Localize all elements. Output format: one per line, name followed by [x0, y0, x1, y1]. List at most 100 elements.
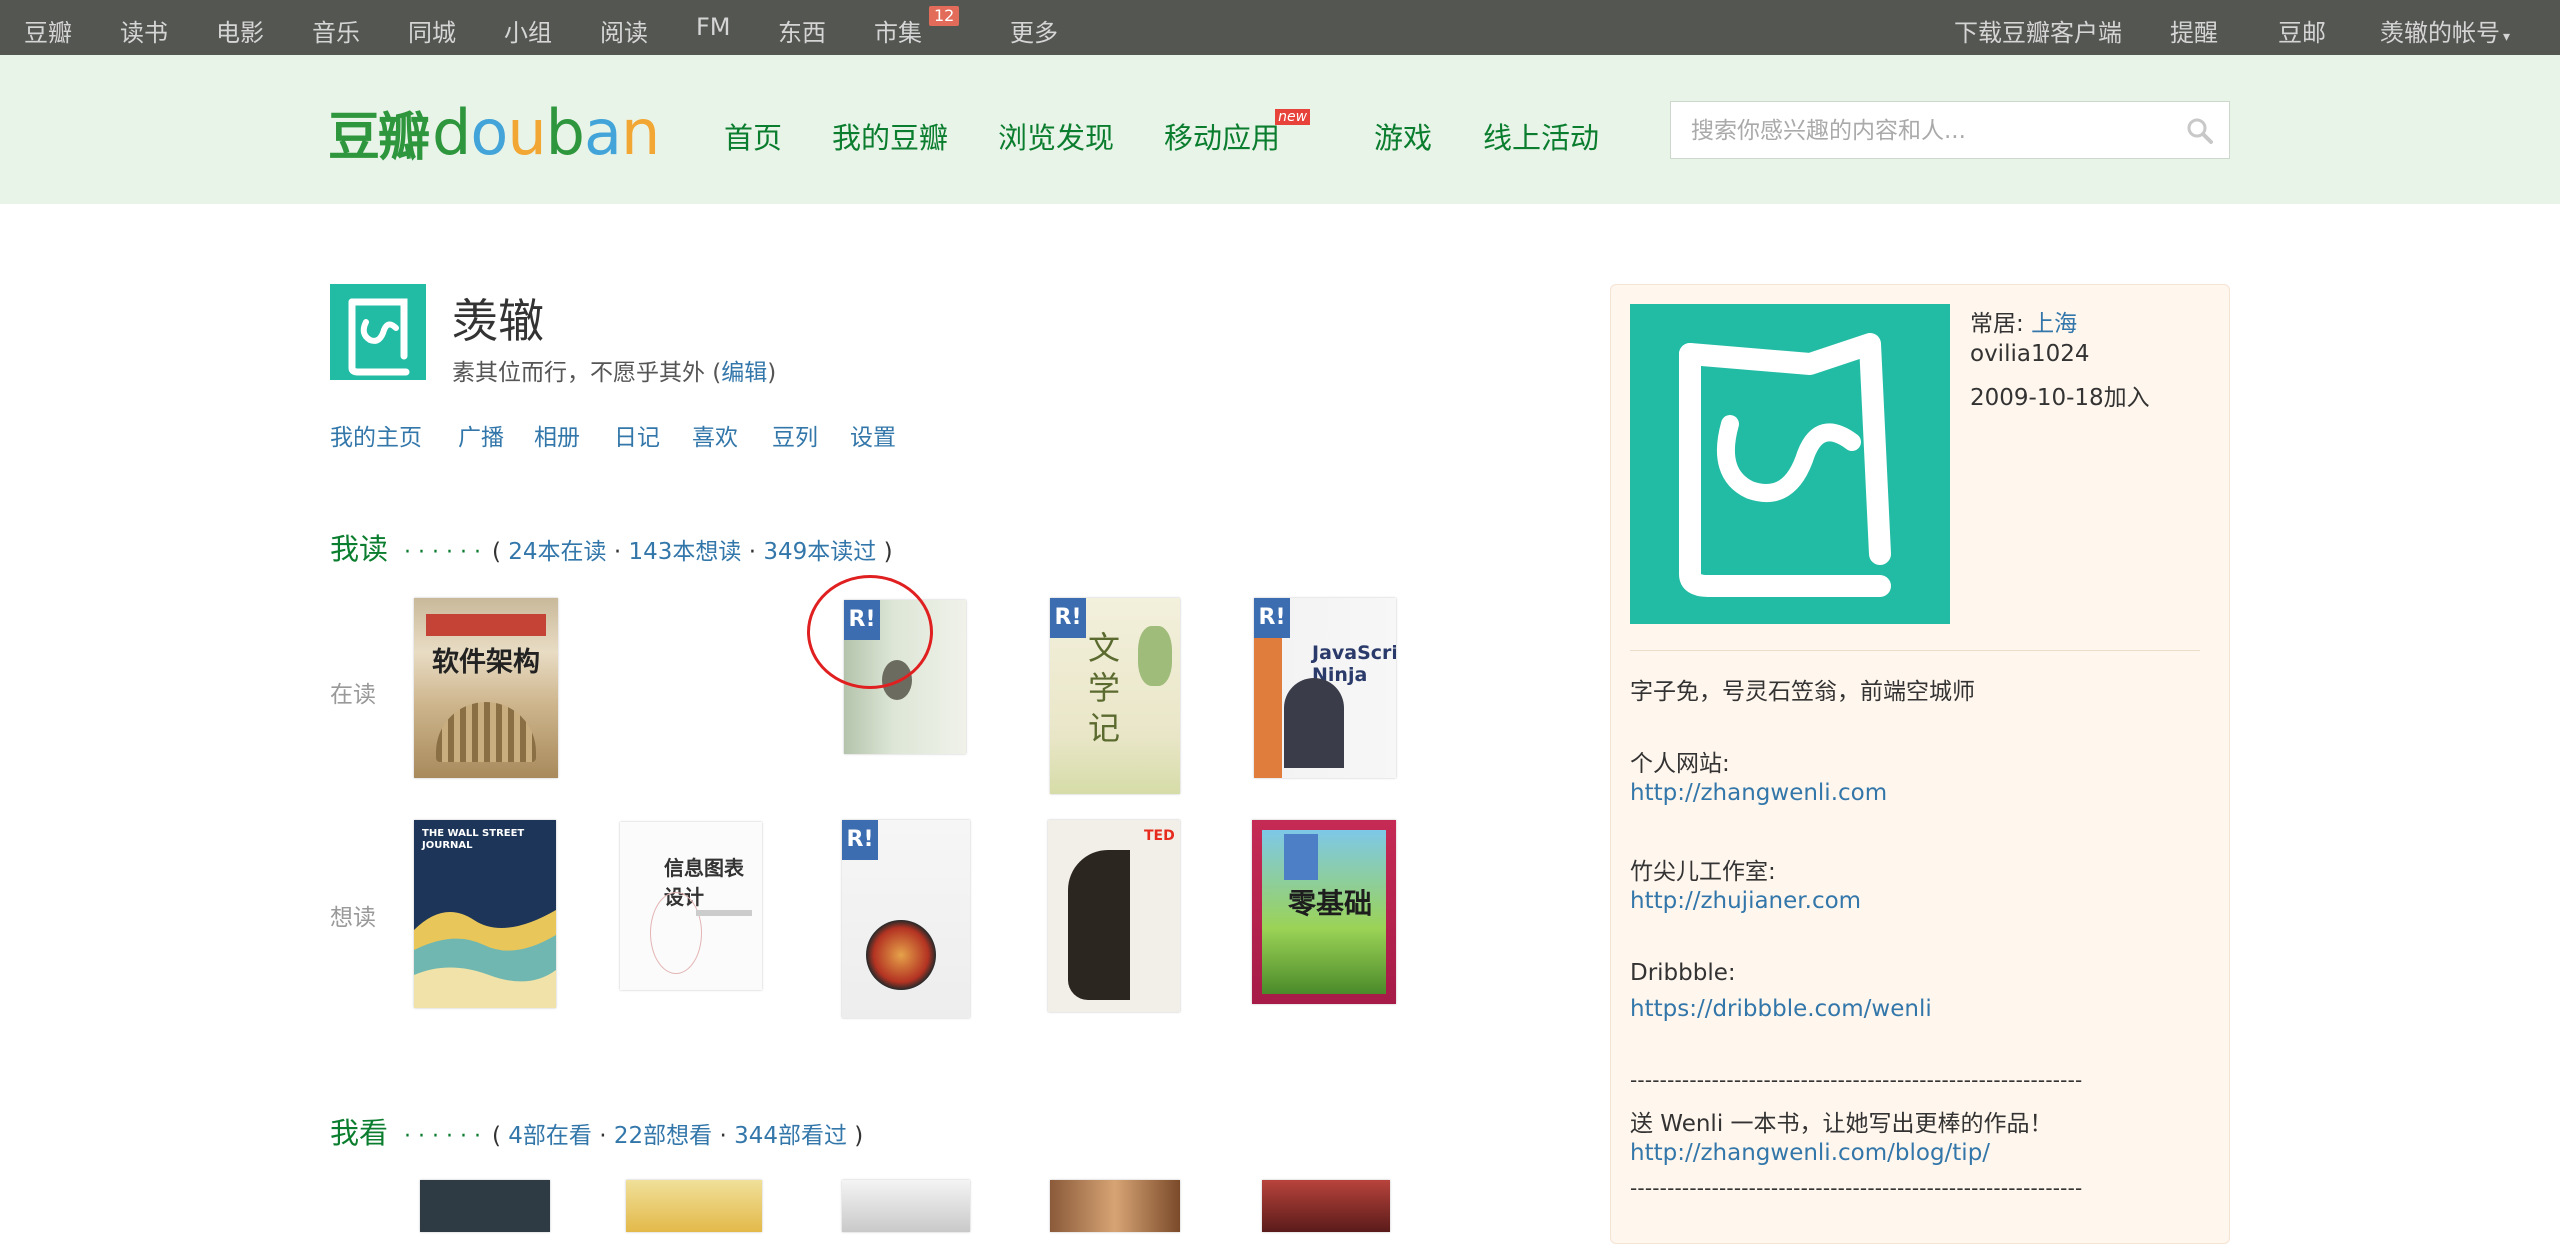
profile-nav-likes[interactable]: 喜欢 — [692, 418, 738, 452]
cover-banner — [426, 614, 546, 636]
movies-section-heading: 我看 ······( 4部在看 · 22部想看 · 344部看过 ) — [330, 1110, 863, 1152]
book-cover-software-architecture[interactable]: 软件架构 — [414, 598, 558, 778]
logo-letter: a — [583, 96, 622, 169]
cover-character — [1284, 834, 1318, 880]
user-signature: 素其位而行，不愿乎其外 (编辑) — [452, 353, 776, 387]
global-nav-local[interactable]: 同城 — [408, 13, 456, 48]
reading-done-link[interactable]: 349本读过 — [763, 539, 876, 565]
location-link[interactable]: 上海 — [2031, 311, 2077, 337]
divider — [1630, 650, 2200, 651]
book-title: 文学记 — [1088, 629, 1121, 747]
open-paren: ( — [491, 539, 501, 565]
nav-games[interactable]: 游戏 — [1374, 115, 1432, 157]
reading-counts: ( 24本在读 · 143本想读 · 349本读过 ) — [492, 539, 893, 565]
reading-now-link[interactable]: 24本在读 — [508, 539, 606, 565]
douban-logo[interactable]: 豆瓣douban — [328, 95, 660, 169]
movie-poster[interactable] — [842, 1180, 970, 1232]
separator: · — [613, 539, 622, 565]
book-cover-javascript-ninja[interactable]: R! JavaScript Ninja — [1254, 598, 1396, 778]
reading-wish-link[interactable]: 143本想读 — [629, 539, 742, 565]
studio-link[interactable]: http://zhujianer.com — [1630, 888, 1861, 914]
website-label: 个人网站: — [1630, 751, 1730, 777]
download-client-link[interactable]: 下载豆瓣客户端 — [1954, 13, 2122, 48]
cover-text-line — [696, 910, 752, 916]
book-cover-minecraft[interactable]: 零基础 — [1252, 820, 1396, 1004]
global-nav-douban[interactable]: 豆瓣 — [24, 13, 72, 48]
movie-poster[interactable] — [626, 1180, 762, 1232]
global-nav-music[interactable]: 音乐 — [312, 13, 360, 48]
logo-chinese: 豆瓣 — [328, 108, 430, 168]
user-name: 羡辙 — [452, 294, 544, 348]
search-icon[interactable] — [2185, 116, 2215, 146]
nav-my-douban[interactable]: 我的豆瓣 — [832, 115, 948, 157]
close-paren: ) — [854, 1123, 864, 1149]
search-input[interactable] — [1671, 102, 2193, 160]
book-title: 零基础 — [1288, 887, 1373, 920]
book-cover-ted[interactable]: TED — [1048, 820, 1180, 1012]
movies-watched-link[interactable]: 344部看过 — [734, 1123, 847, 1149]
site-header: 豆瓣douban 首页 我的豆瓣 浏览发现 移动应用 new 游戏 线上活动 — [0, 55, 2560, 204]
profile-nav-broadcast[interactable]: 广播 — [458, 418, 504, 452]
separator: · — [599, 1123, 607, 1149]
website-link[interactable]: http://zhangwenli.com — [1630, 780, 1887, 806]
dashed-divider: ----------------------------------------… — [1630, 1068, 2083, 1092]
book-cover-infographic-design[interactable]: 信息图表设计 — [620, 822, 762, 990]
highlight-circle — [807, 575, 933, 689]
movie-poster[interactable] — [420, 1180, 550, 1232]
dashed-divider: ----------------------------------------… — [1630, 1176, 2083, 1200]
heading-dots: ······ — [404, 540, 488, 565]
movies-heading: 我看 — [330, 1116, 389, 1150]
nav-home[interactable]: 首页 — [724, 115, 782, 157]
movie-poster[interactable] — [1050, 1180, 1180, 1232]
global-nav-dongxi[interactable]: 东西 — [778, 13, 826, 48]
profile-nav-albums[interactable]: 相册 — [534, 418, 580, 452]
profile-nav-settings[interactable]: 设置 — [850, 418, 896, 452]
cover-leaves — [1138, 626, 1172, 686]
gift-link[interactable]: http://zhangwenli.com/blog/tip/ — [1630, 1140, 1990, 1166]
book-cover-wsj-guide[interactable]: THE WALL STREET JOURNAL — [414, 820, 556, 1008]
movies-wish-link[interactable]: 22部想看 — [614, 1123, 712, 1149]
profile-nav-doulists[interactable]: 豆列 — [772, 418, 818, 452]
global-nav-read[interactable]: 阅读 — [600, 13, 648, 48]
global-nav-fm[interactable]: FM — [696, 13, 731, 41]
new-badge: new — [1275, 109, 1311, 125]
global-nav-movies[interactable]: 电影 — [216, 13, 264, 48]
cover-eye — [866, 920, 936, 990]
profile-nav-diary[interactable]: 日记 — [614, 418, 660, 452]
book-cover-wish-3[interactable]: R! — [842, 820, 970, 1018]
read-badge: R! — [1254, 598, 1290, 638]
account-menu[interactable]: 羡辙的帐号 ▾ — [2380, 13, 2510, 48]
signature-text: 素其位而行，不愿乎其外 ( — [452, 360, 722, 386]
chevron-down-icon: ▾ — [2503, 29, 2511, 45]
colosseum-illustration — [436, 702, 536, 762]
cover-samurai — [1284, 678, 1344, 768]
notifications-link[interactable]: 提醒 — [2170, 13, 2218, 48]
mail-link[interactable]: 豆邮 — [2278, 13, 2326, 48]
profile-nav-home[interactable]: 我的主页 — [330, 418, 422, 452]
logo-english: douban — [432, 96, 660, 169]
dribbble-label: Dribbble: — [1630, 960, 1736, 986]
global-nav-books[interactable]: 读书 — [120, 13, 168, 48]
nav-online-events[interactable]: 线上活动 — [1483, 115, 1599, 157]
global-nav: 豆瓣 读书 电影 音乐 同城 小组 阅读 FM 东西 市集 12 更多 下载豆瓣… — [0, 0, 2560, 55]
movies-counts: ( 4部在看 · 22部想看 · 344部看过 ) — [492, 1123, 863, 1149]
global-nav-groups[interactable]: 小组 — [504, 13, 552, 48]
edit-signature-link[interactable]: 编辑 — [721, 360, 767, 386]
movie-poster[interactable] — [1262, 1180, 1390, 1232]
avatar[interactable] — [330, 284, 426, 380]
studio-label: 竹尖儿工作室: — [1630, 859, 1776, 885]
location-label: 常居: — [1970, 311, 2024, 337]
global-nav-more[interactable]: 更多 — [1010, 13, 1058, 48]
nav-mobile-apps[interactable]: 移动应用 new — [1164, 109, 1311, 157]
book-title: 软件架构 — [432, 647, 540, 678]
global-nav-market[interactable]: 市集 — [874, 13, 922, 48]
profile-large-avatar[interactable] — [1630, 304, 1950, 624]
reading-now-label: 在读 — [330, 682, 376, 708]
join-date: 2009-10-18加入 — [1970, 385, 2150, 411]
dribbble-link[interactable]: https://dribbble.com/wenli — [1630, 996, 1932, 1022]
logo-letter: u — [507, 96, 546, 169]
separator: · — [748, 539, 757, 565]
nav-explore[interactable]: 浏览发现 — [998, 115, 1114, 157]
book-cover-literature[interactable]: R! 文学记 — [1050, 598, 1180, 794]
movies-watching-link[interactable]: 4部在看 — [508, 1123, 592, 1149]
